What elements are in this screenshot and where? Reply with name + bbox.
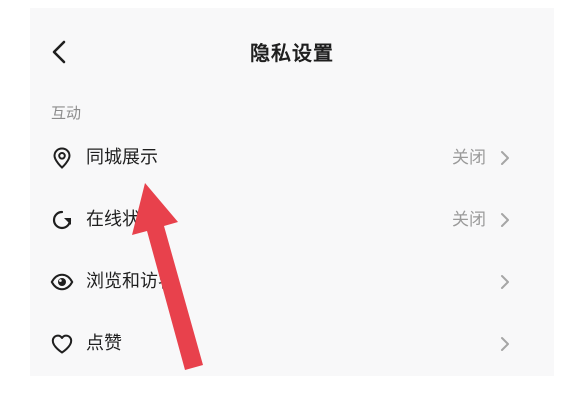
- heart-icon: [51, 334, 73, 354]
- online-status-icon: [52, 210, 72, 230]
- chevron-right-icon: [501, 337, 509, 351]
- section-title: 互动: [51, 104, 82, 122]
- eye-icon: [50, 273, 74, 291]
- location-pin-icon: [53, 147, 71, 169]
- chevron-right-icon: [501, 151, 509, 165]
- setting-row-nearby-display[interactable]: 同城展示 关闭: [30, 128, 554, 188]
- setting-label: 浏览和访客: [86, 271, 176, 292]
- chevron-right-icon: [501, 213, 509, 227]
- privacy-settings-screen: 隐私设置 互动 同城展示 关闭 在线状态 关闭 浏览和访客 点赞: [30, 8, 554, 376]
- setting-row-online-status[interactable]: 在线状态 关闭: [30, 190, 554, 250]
- setting-value: 关闭: [452, 148, 486, 168]
- setting-value: 关闭: [452, 210, 486, 230]
- setting-label: 同城展示: [86, 147, 158, 168]
- chevron-right-icon: [501, 275, 509, 289]
- setting-row-likes[interactable]: 点赞: [30, 314, 554, 374]
- setting-label: 在线状态: [86, 209, 158, 230]
- setting-label: 点赞: [86, 333, 122, 354]
- page-title: 隐私设置: [250, 41, 334, 65]
- setting-row-views-visitors[interactable]: 浏览和访客: [30, 252, 554, 312]
- header: 隐私设置: [30, 8, 554, 92]
